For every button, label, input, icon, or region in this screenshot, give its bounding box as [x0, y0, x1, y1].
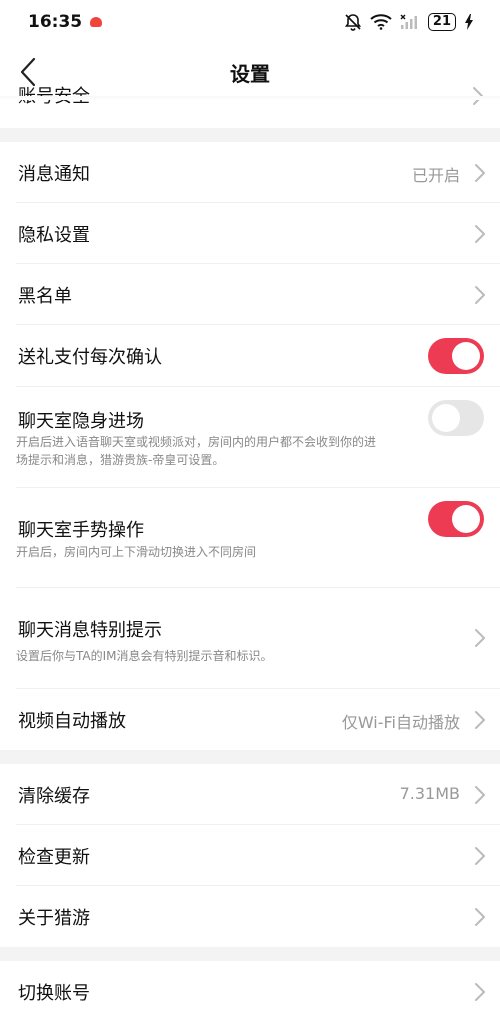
status-time: 16:35 — [28, 12, 83, 32]
settings-item-gesture: 聊天室手势操作 开启后，房间内可上下滑动切换进入不同房间 — [0, 488, 500, 588]
chevron-right-icon — [475, 286, 485, 304]
settings-item-switch-account[interactable]: 切换账号 — [0, 961, 500, 1020]
notification-icon — [90, 17, 103, 27]
chevron-right-icon — [475, 983, 485, 1001]
settings-item-check-update[interactable]: 检查更新 — [0, 825, 500, 886]
item-value: 7.31MB — [399, 784, 460, 803]
item-label: 检查更新 — [18, 847, 90, 868]
item-label: 隐私设置 — [18, 225, 90, 246]
section-divider — [0, 128, 500, 142]
status-right: 21 — [344, 13, 474, 31]
toggle-knob — [432, 404, 460, 432]
item-label: 关于猎游 — [18, 908, 90, 929]
section-divider — [0, 947, 500, 961]
chevron-right-icon — [475, 164, 485, 182]
item-label: 消息通知 — [18, 164, 90, 185]
item-label: 清除缓存 — [18, 786, 90, 807]
settings-item-privacy[interactable]: 隐私设置 — [0, 203, 500, 264]
stealth-entry-toggle[interactable] — [428, 400, 484, 436]
section-divider — [0, 750, 500, 764]
item-description: 开启后进入语音聊天室或视频派对，房间内的用户都不会收到你的进场提示和消息，猎游贵… — [16, 435, 377, 467]
item-label: 聊天消息特别提示 — [18, 620, 162, 641]
settings-item-about[interactable]: 关于猎游 — [0, 886, 500, 947]
item-label: 送礼支付每次确认 — [18, 347, 162, 368]
gesture-toggle[interactable] — [428, 501, 484, 537]
battery-level: 21 — [432, 14, 451, 29]
status-left: 16:35 — [28, 12, 103, 32]
gift-payment-confirm-toggle[interactable] — [428, 338, 484, 374]
item-label: 视频自动播放 — [18, 711, 126, 732]
page-title: 设置 — [230, 61, 270, 86]
item-label: 黑名单 — [18, 286, 72, 307]
toggle-knob — [452, 342, 480, 370]
item-label: 切换账号 — [18, 983, 90, 1004]
battery-indicator: 21 — [427, 13, 456, 31]
settings-item-blacklist[interactable]: 黑名单 — [0, 264, 500, 325]
chevron-right-icon — [475, 225, 485, 243]
settings-item-notifications[interactable]: 消息通知 已开启 — [0, 142, 500, 203]
signal-icon — [400, 14, 417, 29]
mute-bell-icon — [344, 14, 362, 31]
item-value: 仅Wi-Fi自动播放 — [341, 713, 460, 732]
settings-item-video-autoplay[interactable]: 视频自动播放 仅Wi-Fi自动播放 — [0, 689, 500, 750]
settings-item-account-security[interactable]: 账号安全 — [0, 86, 500, 128]
settings-item-special-alert[interactable]: 聊天消息特别提示 设置后你与TA的IM消息会有特别提示音和标识。 — [0, 588, 500, 689]
chevron-right-icon — [475, 629, 485, 647]
item-description: 设置后你与TA的IM消息会有特别提示音和标识。 — [16, 649, 273, 663]
item-value: 已开启 — [411, 166, 460, 185]
back-arrow-icon — [20, 57, 36, 87]
item-description: 开启后，房间内可上下滑动切换进入不同房间 — [16, 545, 257, 559]
item-label: 聊天室隐身进场 — [18, 411, 144, 432]
chevron-right-icon — [475, 711, 485, 729]
item-label: 聊天室手势操作 — [18, 520, 144, 541]
chevron-right-icon — [475, 908, 485, 926]
toggle-knob — [452, 505, 480, 533]
chevron-right-icon — [475, 786, 485, 804]
settings-item-gift-payment-confirm: 送礼支付每次确认 — [0, 325, 500, 387]
charging-icon — [465, 14, 473, 30]
back-button[interactable] — [12, 56, 44, 88]
settings-item-stealth-entry: 聊天室隐身进场 开启后进入语音聊天室或视频派对，房间内的用户都不会收到你的进场提… — [0, 387, 500, 488]
status-bar: 16:35 21 — [0, 0, 500, 44]
chevron-right-icon — [475, 847, 485, 865]
wifi-icon — [370, 14, 392, 30]
settings-item-clear-cache[interactable]: 清除缓存 7.31MB — [0, 764, 500, 825]
